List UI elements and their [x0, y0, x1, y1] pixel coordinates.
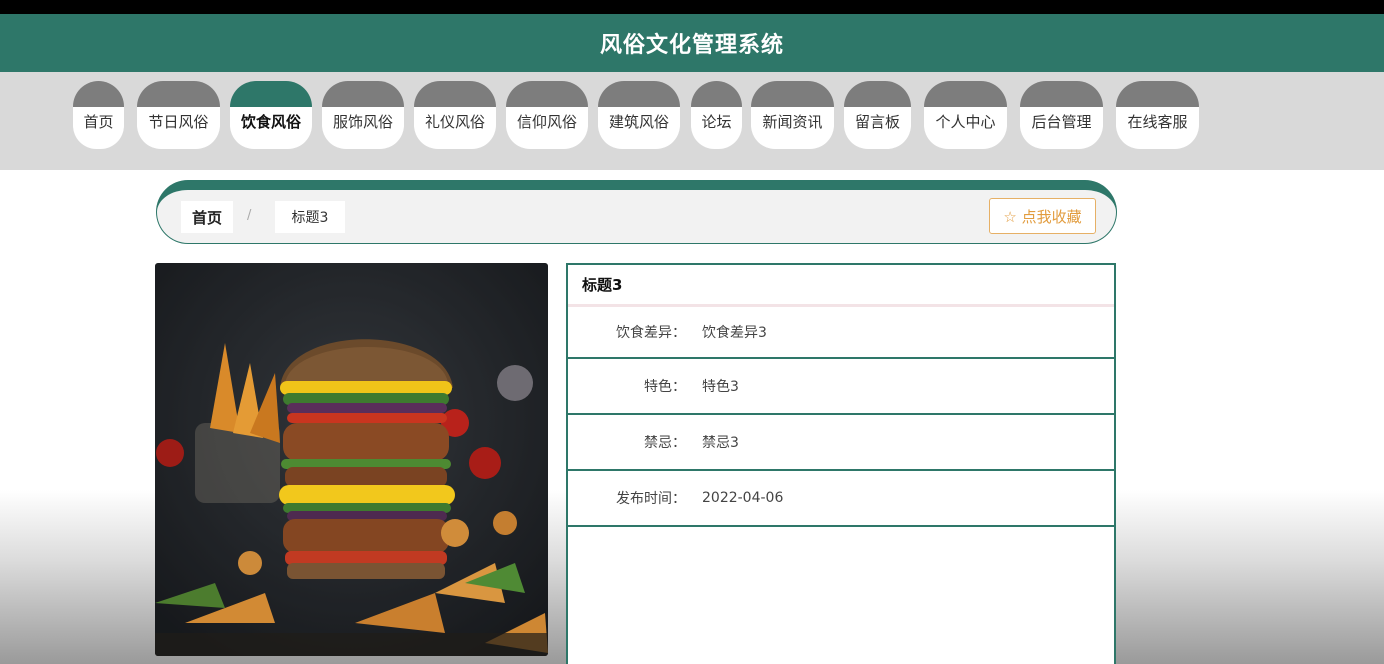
nav-item-label: 饮食风俗: [240, 112, 301, 131]
detail-value: 特色3: [702, 379, 739, 395]
nav-item-belief[interactable]: 信仰风俗: [506, 81, 588, 149]
site-title: 风俗文化管理系统: [599, 33, 784, 58]
nav-item-label: 在线客服: [1127, 112, 1188, 131]
nav-item-architecture[interactable]: 建筑风俗: [598, 81, 680, 149]
favorite-button[interactable]: ☆ 点我收藏: [989, 198, 1096, 234]
nav-item-message-board[interactable]: 留言板: [844, 81, 911, 149]
nav-item-home[interactable]: 首页: [73, 81, 124, 149]
detail-label: 发布时间：: [616, 491, 686, 507]
detail-title: 标题3: [568, 265, 1114, 307]
nav-item-label: 新闻资讯: [762, 112, 823, 131]
nav-item-profile[interactable]: 个人中心: [924, 81, 1007, 149]
nav-item-label: 个人中心: [935, 112, 996, 131]
nav-item-label: 礼仪风俗: [424, 112, 485, 131]
nav-item-clothing[interactable]: 服饰风俗: [322, 81, 404, 149]
nav-item-admin[interactable]: 后台管理: [1020, 81, 1103, 149]
detail-label: 特色：: [644, 379, 686, 395]
window-top-bar: [0, 0, 1384, 14]
nav-item-online-service[interactable]: 在线客服: [1116, 81, 1199, 149]
site-header: 风俗文化管理系统: [0, 14, 1384, 72]
nav-item-label: 留言板: [854, 112, 900, 131]
nav-item-label: 论坛: [701, 112, 732, 131]
nav-item-label: 信仰风俗: [516, 112, 577, 131]
nav-item-label: 首页: [83, 112, 114, 131]
detail-value: 饮食差异3: [702, 325, 767, 341]
detail-row-taboo: 禁忌： 禁忌3: [568, 415, 1114, 471]
nav-item-label: 建筑风俗: [608, 112, 669, 131]
breadcrumb: 首页 / 标题3 ☆ 点我收藏: [156, 180, 1117, 244]
nav-item-label: 服饰风俗: [332, 112, 393, 131]
detail-label: 禁忌：: [644, 435, 686, 451]
detail-row-publish-time: 发布时间： 2022-04-06: [568, 471, 1114, 527]
nav-item-etiquette[interactable]: 礼仪风俗: [414, 81, 496, 149]
detail-value: 禁忌3: [702, 435, 739, 451]
breadcrumb-current: 标题3: [275, 201, 345, 233]
detail-row-food-difference: 饮食差异： 饮食差异3: [568, 307, 1114, 359]
detail-label: 饮食差异：: [616, 325, 686, 341]
nav-item-label: 后台管理: [1031, 112, 1092, 131]
breadcrumb-home-link[interactable]: 首页: [181, 201, 233, 233]
burger-image: [155, 263, 548, 656]
nav-item-label: 节日风俗: [148, 112, 209, 131]
nav-item-news[interactable]: 新闻资讯: [751, 81, 834, 149]
detail-panel: 标题3 饮食差异： 饮食差异3 特色： 特色3 禁忌： 禁忌3 发布时间： 20…: [566, 263, 1116, 664]
nav-item-food[interactable]: 饮食风俗: [230, 81, 312, 149]
breadcrumb-separator: /: [247, 208, 252, 223]
main-nav: 首页 节日风俗 饮食风俗 服饰风俗 礼仪风俗 信仰风俗 建筑风俗 论坛 新闻资讯…: [0, 72, 1384, 170]
nav-item-festival[interactable]: 节日风俗: [137, 81, 220, 149]
detail-row-feature: 特色： 特色3: [568, 359, 1114, 415]
food-photo: [155, 263, 548, 656]
nav-item-forum[interactable]: 论坛: [691, 81, 742, 149]
detail-value: 2022-04-06: [702, 490, 784, 506]
